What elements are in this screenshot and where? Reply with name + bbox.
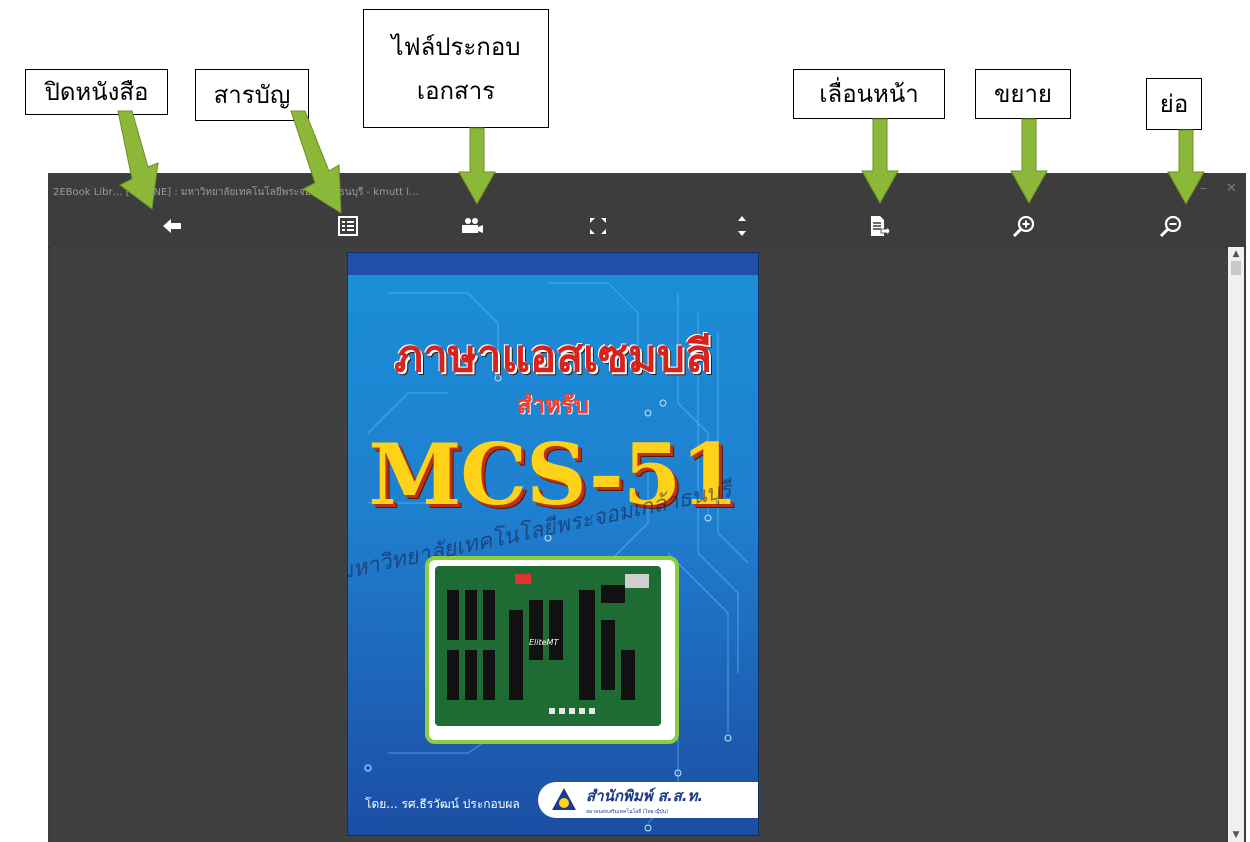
zoom-in-icon — [1012, 215, 1035, 238]
callout-zoom-in-label: ขยาย — [993, 80, 1052, 108]
publisher-badge: สำนักพิมพ์ ส.ส.ท. สมาคมส่งเสริมเทคโนโลยี… — [538, 782, 758, 818]
callout-page-turn-label: เลื่อนหน้า — [819, 80, 919, 108]
publisher-subtitle: สมาคมส่งเสริมเทคโนโลยี (ไทย-ญี่ปุ่น) — [586, 809, 669, 815]
callout-zoom-out: ย่อ — [1146, 78, 1202, 130]
callout-attachment: ไฟล์ประกอบ เอกสาร — [363, 9, 549, 128]
arrow-to-zoom-out — [1167, 129, 1205, 206]
callout-zoom-out-label: ย่อ — [1159, 90, 1189, 118]
video-camera-icon — [462, 218, 483, 233]
zoom-out-icon — [1159, 215, 1182, 238]
fit-height-button[interactable] — [724, 212, 760, 240]
arrow-to-zoom-in — [1010, 118, 1048, 205]
title-bar: 2EBook Libr… [ONLINE] : มหาวิทยาลัยเทคโน… — [48, 173, 1246, 206]
fullscreen-button[interactable] — [580, 212, 616, 240]
ebook-reader-window: 2EBook Libr… [ONLINE] : มหาวิทยาลัยเทคโน… — [48, 173, 1246, 842]
arrow-to-attachment — [458, 127, 496, 206]
scroll-down-icon[interactable]: ▼ — [1228, 830, 1244, 840]
callout-page-turn: เลื่อนหน้า — [793, 69, 945, 119]
board-label: EliteMT — [529, 638, 559, 647]
zoom-out-button[interactable] — [1153, 212, 1189, 240]
zoom-in-button[interactable] — [1006, 212, 1042, 240]
callout-toc-label: สารบัญ — [213, 81, 291, 109]
callout-attachment-line1: ไฟล์ประกอบ — [391, 32, 521, 61]
cover-thai-title: ภาษาแอสเซมบลี — [394, 331, 712, 382]
arrow-to-table-of-contents — [290, 110, 342, 214]
book-cover[interactable]: ภาษาแอสเซมบลี สำหรับ MCS-51 มหาวิทยาลัยเ… — [347, 252, 759, 836]
page-turn-button[interactable] — [861, 212, 897, 240]
table-of-contents-icon — [338, 216, 358, 236]
publisher-logo-icon — [552, 788, 576, 810]
arrow-to-close-book — [117, 110, 159, 210]
circuit-board-image: EliteMT — [425, 556, 679, 744]
vertical-scrollbar[interactable]: ▲ ▼ — [1228, 247, 1244, 842]
cover-for-label: สำหรับ — [516, 390, 590, 419]
callout-close-book-label: ปิดหนังสือ — [44, 78, 149, 106]
callout-zoom-in: ขยาย — [975, 69, 1071, 119]
callout-attachment-line2: เอกสาร — [416, 76, 496, 105]
page-turn-icon — [871, 216, 890, 237]
toolbar — [48, 206, 1246, 248]
scroll-up-icon[interactable]: ▲ — [1228, 249, 1244, 259]
fullscreen-icon — [590, 218, 606, 234]
publisher-name: สำนักพิมพ์ ส.ส.ท. — [586, 787, 704, 805]
back-arrow-icon — [163, 219, 181, 233]
attachment-button[interactable] — [454, 212, 490, 240]
scroll-thumb[interactable] — [1231, 261, 1241, 275]
close-button[interactable]: ✕ — [1226, 181, 1237, 196]
cover-author: โดย... รศ.ธีรวัฒน์ ประกอบผล — [365, 797, 520, 811]
fit-height-icon — [738, 216, 746, 236]
circuit-board-graphic: EliteMT — [435, 566, 661, 726]
arrow-to-page-turn — [861, 118, 899, 205]
